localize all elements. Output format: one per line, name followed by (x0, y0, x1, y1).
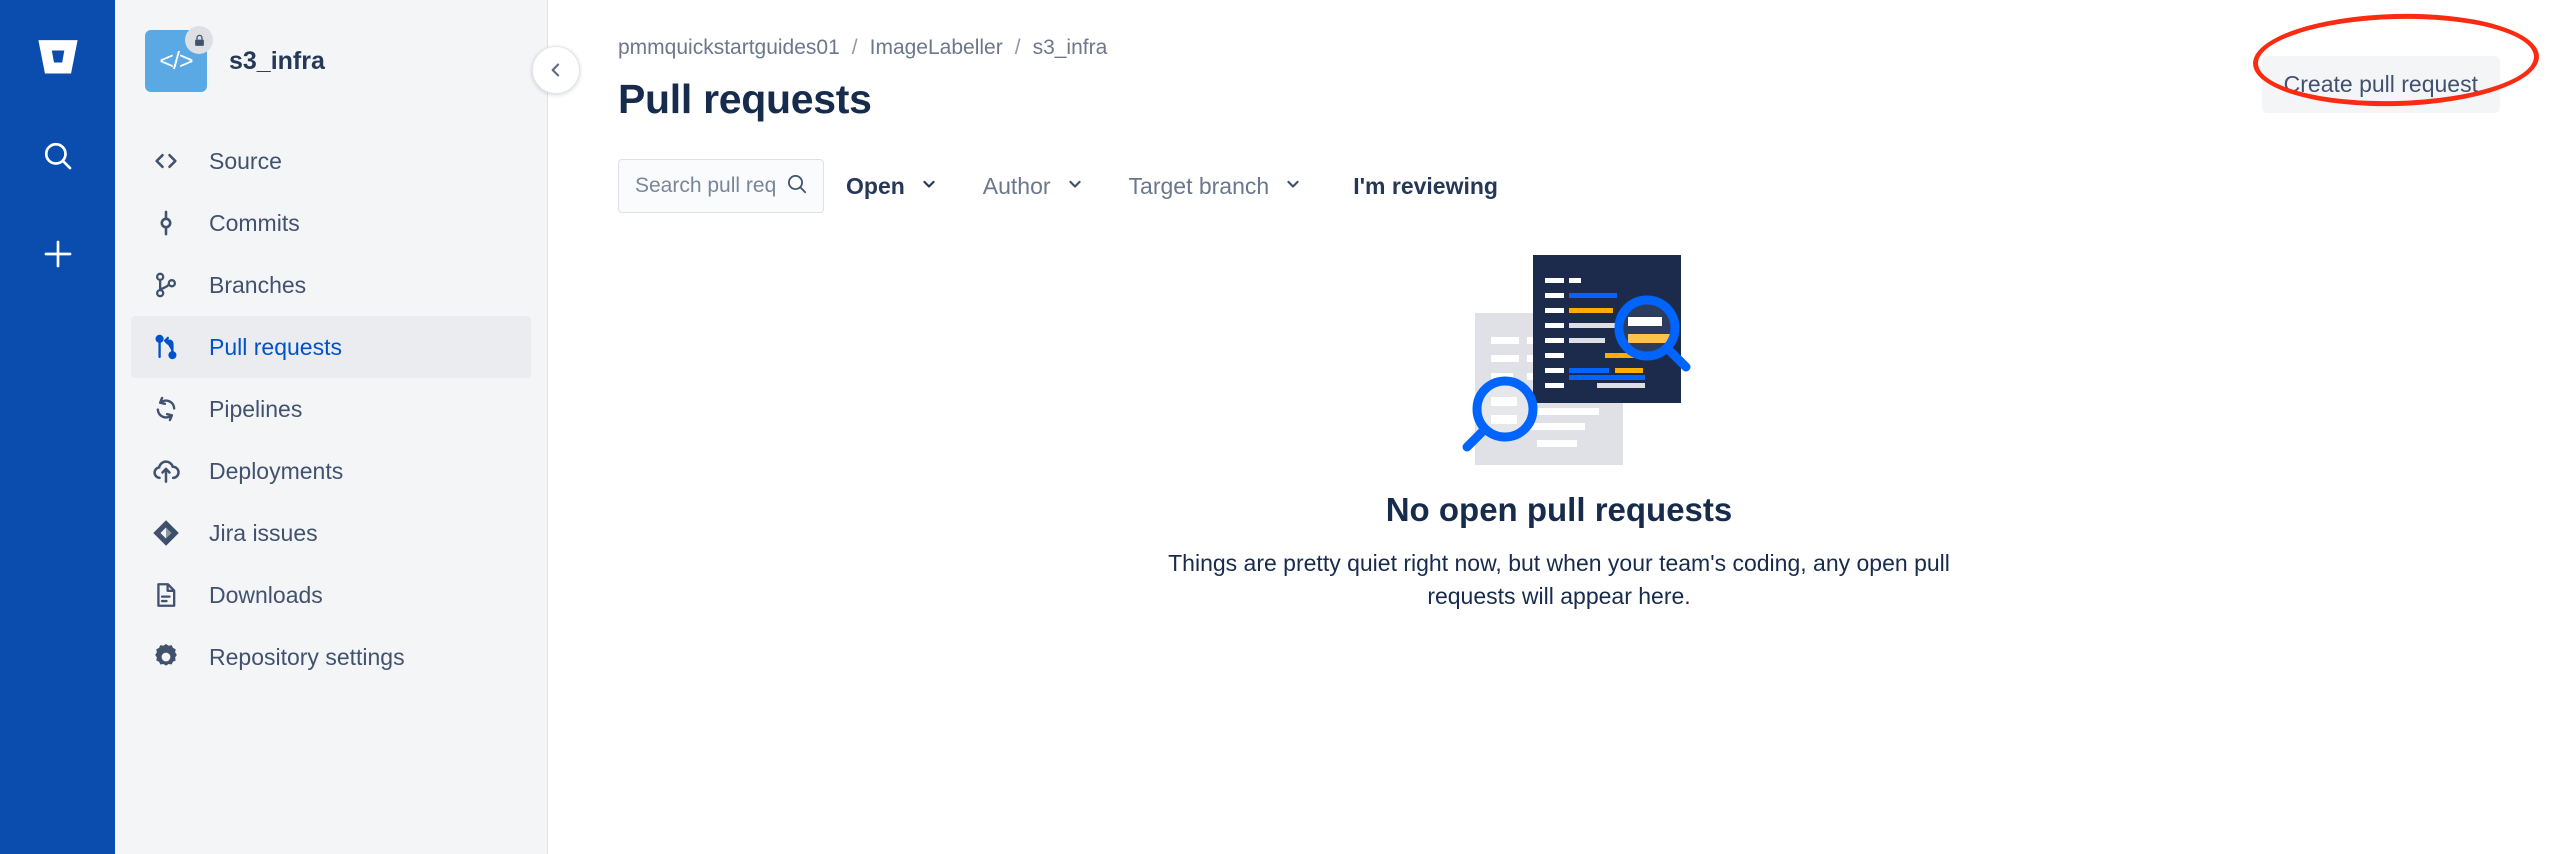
bitbucket-pull-requests-page: </> s3_infra Source Commits Branches Pul… (0, 0, 2552, 854)
breadcrumb-separator: / (851, 36, 858, 59)
sidebar-item-label: Jira issues (209, 519, 318, 546)
sidebar-item-label: Commits (209, 209, 300, 236)
search-pull-requests-box[interactable] (618, 159, 824, 213)
code-brackets-icon: </> (159, 46, 193, 75)
sidebar-item-label: Downloads (209, 581, 323, 608)
target-branch-filter-label: Target branch (1128, 172, 1270, 199)
create-icon[interactable] (30, 226, 86, 282)
state-filter-dropdown[interactable]: Open (824, 159, 961, 213)
deployments-icon (149, 454, 183, 488)
collapse-sidebar-button[interactable] (532, 46, 580, 94)
no-pull-requests-illustration (1462, 255, 1691, 465)
search-input[interactable] (635, 174, 777, 198)
repository-name: s3_infra (229, 46, 325, 75)
create-pull-request-button[interactable]: Create pull request (2261, 56, 2500, 113)
chevron-down-icon (1065, 173, 1085, 200)
breadcrumb-separator: / (1014, 36, 1021, 59)
lock-icon (185, 26, 213, 54)
jira-icon (149, 516, 183, 550)
sidebar-item-commits[interactable]: Commits (131, 192, 531, 254)
author-filter-dropdown[interactable]: Author (961, 159, 1107, 213)
repository-avatar: </> (145, 26, 213, 92)
target-branch-filter-dropdown[interactable]: Target branch (1107, 159, 1326, 213)
empty-state-description: Things are pretty quiet right now, but w… (1168, 550, 1950, 610)
downloads-icon (149, 578, 183, 612)
sidebar-item-pull-requests[interactable]: Pull requests (131, 316, 531, 378)
im-reviewing-label: I'm reviewing (1353, 172, 1498, 199)
pull-requests-icon (149, 330, 183, 364)
search-icon (785, 172, 809, 201)
page-title: Pull requests (618, 76, 872, 122)
sidebar-item-label: Pull requests (209, 333, 342, 360)
sidebar-item-label: Source (209, 147, 282, 174)
breadcrumb-repository[interactable]: s3_infra (1033, 36, 1108, 60)
empty-state: No open pull requests Things are pretty … (618, 235, 2500, 614)
sidebar-item-branches[interactable]: Branches (131, 254, 531, 316)
commits-icon (149, 206, 183, 240)
sidebar-item-downloads[interactable]: Downloads (131, 564, 531, 626)
search-icon[interactable] (30, 128, 86, 184)
source-icon (149, 144, 183, 178)
state-filter-label: Open (846, 172, 905, 199)
branches-icon (149, 268, 183, 302)
settings-gear-icon (149, 640, 183, 674)
sidebar-item-repository-settings[interactable]: Repository settings (131, 626, 531, 688)
sidebar-item-jira-issues[interactable]: Jira issues (131, 502, 531, 564)
repository-nav: Source Commits Branches Pull requests Pi… (115, 130, 547, 688)
sidebar-item-label: Pipelines (209, 395, 303, 422)
main-content: pmmquickstartguides01 / ImageLabeller / … (548, 0, 2552, 854)
sidebar-item-label: Branches (209, 271, 307, 298)
sidebar-item-label: Deployments (209, 457, 344, 484)
chevron-down-icon (919, 173, 939, 200)
repository-header[interactable]: </> s3_infra (115, 26, 547, 96)
sidebar-item-label: Repository settings (209, 643, 405, 670)
filter-bar: Open Author Target branch (618, 159, 2500, 213)
chevron-left-icon (551, 63, 560, 77)
breadcrumb-project[interactable]: ImageLabeller (870, 36, 1003, 60)
repository-sidebar: </> s3_infra Source Commits Branches Pul… (115, 0, 580, 854)
breadcrumb: pmmquickstartguides01 / ImageLabeller / … (618, 34, 2500, 62)
sidebar-item-source[interactable]: Source (131, 130, 531, 192)
chevron-down-icon (1283, 173, 1303, 200)
global-nav-rail (0, 0, 115, 854)
empty-state-title: No open pull requests (1385, 491, 1733, 528)
bitbucket-logo[interactable] (30, 30, 86, 86)
breadcrumb-workspace[interactable]: pmmquickstartguides01 (618, 36, 840, 60)
author-filter-label: Author (982, 172, 1051, 199)
sidebar-item-pipelines[interactable]: Pipelines (131, 378, 531, 440)
sidebar-item-deployments[interactable]: Deployments (131, 440, 531, 502)
pipelines-icon (149, 392, 183, 426)
im-reviewing-filter[interactable]: I'm reviewing (1325, 159, 1520, 213)
